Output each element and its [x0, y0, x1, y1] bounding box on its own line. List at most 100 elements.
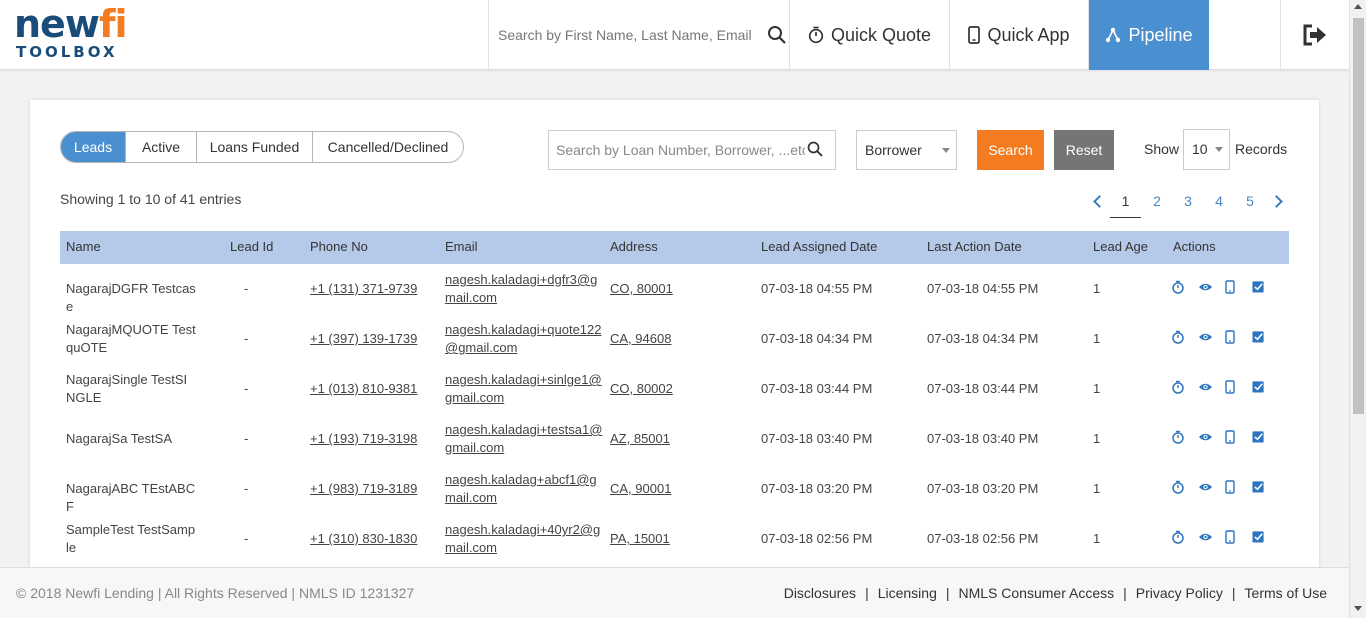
col-phone[interactable]: Phone No: [310, 238, 368, 256]
newfi-toolbox-logo[interactable]: newfi TOOLBOX: [14, 5, 127, 61]
stopwatch-icon[interactable]: [1171, 430, 1185, 444]
records-per-page-select[interactable]: 10: [1183, 129, 1230, 170]
col-lead-id[interactable]: Lead Id: [230, 238, 273, 256]
address-link[interactable]: PA, 15001: [610, 530, 670, 548]
scroll-up-icon[interactable]: [1354, 4, 1362, 9]
eye-icon[interactable]: [1198, 430, 1213, 444]
lead-name: NagarajDGFR Testcase: [66, 281, 196, 314]
stopwatch-icon[interactable]: [1171, 380, 1185, 394]
search-field-select[interactable]: Borrower: [856, 130, 957, 170]
quick-quote-button[interactable]: Quick Quote: [790, 0, 950, 70]
page-5[interactable]: 5: [1240, 193, 1260, 209]
checkbox-icon[interactable]: [1252, 530, 1266, 544]
global-search-input[interactable]: [489, 0, 759, 70]
tab-cancelled-declined[interactable]: Cancelled/Declined: [313, 132, 463, 162]
scroll-down-icon[interactable]: [1354, 606, 1362, 611]
eye-icon[interactable]: [1198, 380, 1213, 394]
phone-link[interactable]: +1 (397) 139-1739: [310, 330, 417, 348]
pipeline-button[interactable]: Pipeline: [1089, 0, 1209, 70]
row-actions: [1171, 330, 1266, 344]
address-link[interactable]: CA, 94608: [610, 330, 671, 348]
col-name[interactable]: Name: [66, 238, 101, 256]
col-lead-age[interactable]: Lead Age: [1093, 238, 1148, 256]
page-3[interactable]: 3: [1178, 193, 1198, 209]
phone-link[interactable]: +1 (131) 371-9739: [310, 280, 417, 298]
loan-search-input[interactable]: [549, 131, 805, 169]
eye-icon[interactable]: [1198, 530, 1213, 544]
tab-leads[interactable]: Leads: [61, 132, 126, 162]
scrollbar-thumb[interactable]: [1353, 18, 1364, 414]
quick-app-button[interactable]: Quick App: [950, 0, 1089, 70]
chevron-left-icon[interactable]: [1093, 195, 1106, 208]
checkbox-icon[interactable]: [1252, 430, 1266, 444]
stopwatch-icon[interactable]: [1171, 330, 1185, 344]
col-last-action-date[interactable]: Last Action Date: [927, 238, 1022, 256]
table-header: Name Lead Id Phone No Email Address Lead…: [60, 231, 1289, 264]
email-link[interactable]: nagesh.kaladagi+quote122@gmail.com: [445, 321, 605, 357]
col-email[interactable]: Email: [445, 238, 478, 256]
eye-icon[interactable]: [1198, 280, 1213, 294]
pipeline-card: Leads Active Loans Funded Cancelled/Decl…: [30, 100, 1319, 570]
email-link[interactable]: nagesh.kaladagi+testsa1@gmail.com: [445, 421, 605, 457]
disclosures-link[interactable]: Disclosures: [784, 585, 856, 601]
phone-link[interactable]: +1 (983) 719-3189: [310, 480, 417, 498]
privacy-policy-link[interactable]: Privacy Policy: [1136, 585, 1223, 601]
mobile-icon[interactable]: [1225, 430, 1239, 444]
table-row: NagarajDGFR Testcase - +1 (131) 371-9739 na…: [60, 264, 1289, 314]
mobile-icon[interactable]: [1225, 480, 1239, 494]
address-link[interactable]: CO, 80001: [610, 280, 673, 298]
search-icon[interactable]: [767, 25, 787, 45]
page-scrollbar[interactable]: [1349, 0, 1366, 618]
checkbox-icon[interactable]: [1252, 330, 1266, 344]
licensing-link[interactable]: Licensing: [878, 585, 937, 601]
tab-loans-funded[interactable]: Loans Funded: [197, 132, 313, 162]
email-link[interactable]: nagesh.kaladagi+sinlge1@gmail.com: [445, 371, 605, 407]
checkbox-icon[interactable]: [1252, 280, 1266, 294]
page-4[interactable]: 4: [1209, 193, 1229, 209]
row-actions: [1171, 530, 1266, 544]
address-link[interactable]: CA, 90001: [610, 480, 671, 498]
email-link[interactable]: nagesh.kaladagi+dgfr3@gmail.com: [445, 271, 605, 307]
logout-icon: [1303, 24, 1326, 46]
phone-link[interactable]: +1 (310) 830-1830: [310, 530, 417, 548]
lead-id: -: [244, 381, 249, 396]
search-button[interactable]: Search: [977, 130, 1044, 170]
address-link[interactable]: CO, 80002: [610, 380, 673, 398]
search-icon[interactable]: [807, 141, 823, 157]
chevron-down-icon: [942, 148, 950, 153]
phone-link[interactable]: +1 (193) 719-3198: [310, 430, 417, 448]
lead-age: 1: [1093, 531, 1101, 546]
address-link[interactable]: AZ, 85001: [610, 430, 670, 448]
col-lead-assigned-date[interactable]: Lead Assigned Date: [761, 238, 877, 256]
mobile-icon[interactable]: [1225, 530, 1239, 544]
tab-active[interactable]: Active: [126, 132, 197, 162]
email-link[interactable]: nagesh.kaladag+abcf1@gmail.com: [445, 471, 605, 507]
checkbox-icon[interactable]: [1252, 480, 1266, 494]
pagination: 1 2 3 4 5: [1090, 193, 1290, 221]
phone-link[interactable]: +1 (013) 810-9381: [310, 380, 417, 398]
stopwatch-icon[interactable]: [1171, 280, 1185, 294]
divider: |: [865, 585, 869, 601]
email-link[interactable]: nagesh.kaladagi+40yr2@gmail.com: [445, 521, 605, 557]
lead-name: NagarajSa TestSA: [66, 431, 172, 446]
terms-of-use-link[interactable]: Terms of Use: [1245, 585, 1327, 601]
logo-subtitle: TOOLBOX: [16, 43, 118, 61]
checkbox-icon[interactable]: [1252, 380, 1266, 394]
lead-age: 1: [1093, 481, 1101, 496]
col-address[interactable]: Address: [610, 238, 658, 256]
eye-icon[interactable]: [1198, 480, 1213, 494]
stopwatch-icon[interactable]: [1171, 480, 1185, 494]
eye-icon[interactable]: [1198, 330, 1213, 344]
mobile-icon[interactable]: [1225, 280, 1239, 294]
page-2[interactable]: 2: [1147, 193, 1167, 209]
mobile-icon[interactable]: [1225, 380, 1239, 394]
chevron-right-icon[interactable]: [1270, 195, 1283, 208]
page-1[interactable]: 1: [1110, 193, 1141, 218]
nmls-consumer-access-link[interactable]: NMLS Consumer Access: [959, 585, 1115, 601]
lead-assigned-date: 07-03-18 03:40 PM: [761, 431, 873, 446]
logout-button[interactable]: [1280, 0, 1349, 70]
mobile-icon[interactable]: [1225, 330, 1239, 344]
stopwatch-icon[interactable]: [1171, 530, 1185, 544]
reset-button[interactable]: Reset: [1054, 130, 1114, 170]
last-action-date: 07-03-18 03:20 PM: [927, 481, 1039, 496]
